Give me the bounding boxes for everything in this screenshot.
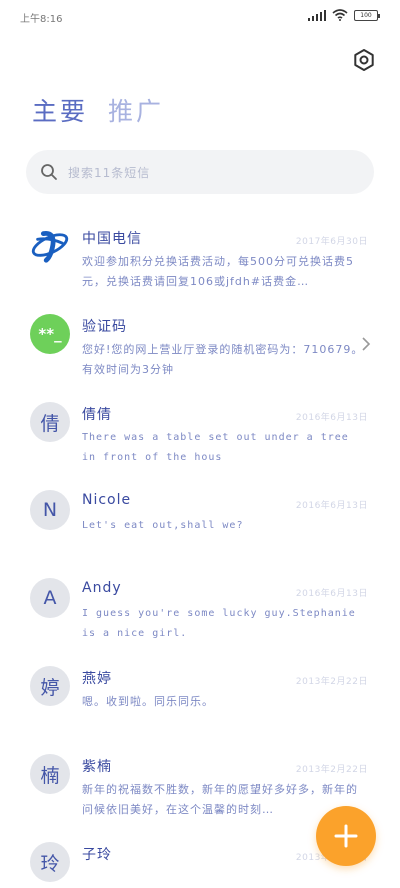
message-preview: 您好!您的网上营业厅登录的随机密码为：710679。有效时间为3分钟 xyxy=(82,343,364,376)
settings-gear-icon[interactable] xyxy=(352,48,376,72)
sender-name: 倩倩 xyxy=(82,407,112,423)
battery-level: 100 xyxy=(360,11,372,19)
message-preview: 嗯。收到啦。同乐同乐。 xyxy=(82,695,214,708)
sender-name: Nicole xyxy=(82,492,132,508)
battery-icon: 100 xyxy=(354,9,380,21)
message-preview: Let's eat out,shall we? xyxy=(82,520,244,531)
avatar: N xyxy=(30,490,70,530)
message-row[interactable]: A Andy 2016年6月13日 I guess you're some lu… xyxy=(0,564,400,652)
message-preview: I guess you're some lucky guy.Stephanie … xyxy=(82,608,356,639)
message-preview: 新年的祝福数不胜数，新年的愿望好多好多，新年的问候依旧美好，在这个温馨的时刻… xyxy=(82,783,358,816)
message-row[interactable]: N Nicole 2016年6月13日 Let's eat out,shall … xyxy=(0,476,400,564)
message-preview: There was a table set out under a tree i… xyxy=(82,432,349,463)
avatar: 玲 xyxy=(30,842,70,882)
plus-icon xyxy=(334,824,358,848)
sender-name: 燕婷 xyxy=(82,671,112,687)
avatar: 倩 xyxy=(30,402,70,442)
message-date: 2013年2月22日 xyxy=(295,677,368,687)
sender-name: Andy xyxy=(82,580,122,596)
status-bar: 上午8:16 100 xyxy=(0,0,400,34)
avatar: A xyxy=(30,578,70,618)
status-time: 上午8:16 xyxy=(20,14,63,25)
sender-name: 验证码 xyxy=(82,319,127,335)
china-telecom-logo-icon xyxy=(30,226,70,266)
search-placeholder: 搜索11条短信 xyxy=(68,165,151,180)
message-date: 2017年6月30日 xyxy=(295,237,368,247)
avatar: 楠 xyxy=(30,754,70,794)
avatar: **_ xyxy=(30,314,70,354)
sender-name: 中国电信 xyxy=(82,231,142,247)
message-date: 2013年2月22日 xyxy=(295,765,368,775)
new-message-button[interactable] xyxy=(316,806,376,866)
message-list: 中国电信 2017年6月30日 欢迎参加积分兑换话费活动，每500分可兑换话费5… xyxy=(0,212,400,888)
search-icon xyxy=(41,164,57,180)
wifi-icon xyxy=(332,9,348,21)
sender-name: 子玲 xyxy=(82,847,112,863)
message-preview: 欢迎参加积分兑换话费活动，每500分可兑换话费5元，兑换话费请回复106或jfd… xyxy=(82,255,354,288)
message-row[interactable]: **_ 验证码 您好!您的网上营业厅登录的随机密码为：710679。有效时间为3… xyxy=(0,300,400,388)
message-date: 2016年6月13日 xyxy=(295,589,368,599)
message-row[interactable]: 婷 燕婷 2013年2月22日 嗯。收到啦。同乐同乐。 xyxy=(0,652,400,740)
message-date: 2016年6月13日 xyxy=(295,413,368,423)
avatar: 婷 xyxy=(30,666,70,706)
message-row[interactable]: 中国电信 2017年6月30日 欢迎参加积分兑换话费活动，每500分可兑换话费5… xyxy=(0,212,400,300)
search-bar[interactable]: 搜索11条短信 xyxy=(26,150,374,194)
chevron-right-icon[interactable] xyxy=(360,336,372,352)
tab-bar: 主要 推广 xyxy=(32,92,164,128)
message-date: 2016年6月13日 xyxy=(295,501,368,511)
tab-promo[interactable]: 推广 xyxy=(108,92,164,128)
sender-name: 紫楠 xyxy=(82,759,112,775)
message-row[interactable]: 倩 倩倩 2016年6月13日 There was a table set ou… xyxy=(0,388,400,476)
signal-icon xyxy=(308,9,326,21)
tab-main[interactable]: 主要 xyxy=(32,92,88,128)
